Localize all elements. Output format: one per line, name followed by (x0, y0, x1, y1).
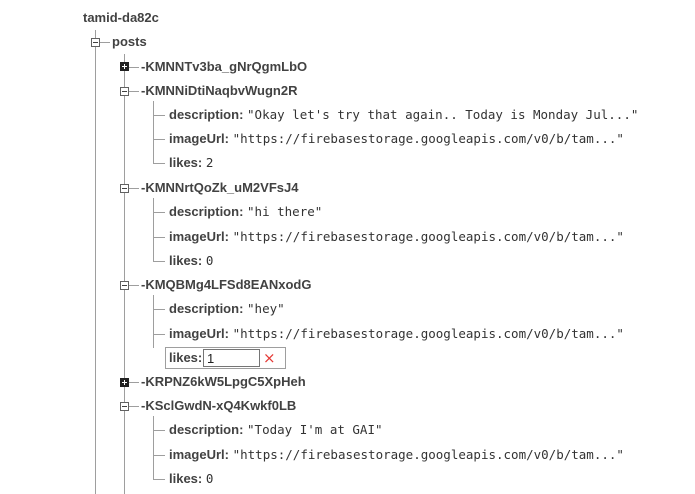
tree-line (153, 212, 165, 213)
tree-line (153, 334, 165, 335)
post-2-key[interactable]: -KMNNrtQoZk_uM2VFsJ4 (141, 179, 298, 197)
imageurl-value[interactable]: "https://firebasestorage.googleapis.com/… (233, 326, 624, 341)
description-label: description: (169, 107, 244, 122)
likes-label: likes: (169, 350, 203, 365)
tree-line (124, 54, 125, 494)
tree-line (153, 115, 165, 116)
post-5-likes[interactable]: likes: 0 (169, 470, 213, 488)
tree-line (153, 198, 154, 261)
likes-label: likes: (169, 471, 203, 486)
description-label: description: (169, 301, 244, 316)
post-0-key[interactable]: -KMNNTv3ba_gNrQgmLbO (141, 58, 307, 76)
likes-label: likes: (169, 155, 203, 170)
description-label: description: (169, 204, 244, 219)
imageurl-label: imageUrl: (169, 229, 229, 244)
post-2-imageurl[interactable]: imageUrl: "https://firebasestorage.googl… (169, 228, 624, 246)
tree-line (129, 382, 139, 383)
posts-node-key[interactable]: posts (112, 33, 147, 51)
tree-line (153, 139, 165, 140)
post-1-collapse-icon[interactable] (120, 87, 129, 96)
post-2-description[interactable]: description: "hi there" (169, 203, 322, 221)
description-value[interactable]: "hey" (247, 301, 285, 316)
post-0-expand-icon[interactable] (120, 62, 129, 71)
post-3-key[interactable]: -KMQBMg4LFSd8EANxodG (141, 276, 311, 294)
root-node-key[interactable]: tamid-da82c (83, 9, 159, 27)
imageurl-value[interactable]: "https://firebasestorage.googleapis.com/… (233, 229, 624, 244)
posts-toggle-icon[interactable] (91, 38, 100, 47)
post-5-description[interactable]: description: "Today I'm at GAI" (169, 421, 383, 439)
tree-line (153, 163, 165, 164)
likes-value-input[interactable] (203, 349, 260, 367)
imageurl-label: imageUrl: (169, 447, 229, 462)
tree-line (153, 261, 165, 262)
imageurl-label: imageUrl: (169, 326, 229, 341)
post-3-likes-label: likes: (169, 349, 202, 367)
post-5-key[interactable]: -KSclGwdN-xQ4Kwkf0LB (141, 397, 296, 415)
likes-label: likes: (169, 253, 203, 268)
description-value[interactable]: "hi there" (247, 204, 322, 219)
imageurl-label: imageUrl: (169, 131, 229, 146)
tree-line (153, 237, 165, 238)
post-4-expand-icon[interactable] (120, 378, 129, 387)
tree-line (129, 406, 139, 407)
post-4-key[interactable]: -KRPNZ6kW5LpgC5XpHeh (141, 373, 306, 391)
imageurl-value[interactable]: "https://firebasestorage.googleapis.com/… (233, 447, 624, 462)
post-3-imageurl[interactable]: imageUrl: "https://firebasestorage.googl… (169, 325, 624, 343)
post-1-likes[interactable]: likes: 2 (169, 154, 213, 172)
likes-value[interactable]: 0 (206, 471, 214, 486)
description-value[interactable]: "Okay let's try that again.. Today is Mo… (247, 107, 638, 122)
description-value[interactable]: "Today I'm at GAI" (247, 422, 382, 437)
post-1-description[interactable]: description: "Okay let's try that again.… (169, 106, 638, 124)
post-5-collapse-icon[interactable] (120, 402, 129, 411)
post-3-collapse-icon[interactable] (120, 281, 129, 290)
post-1-imageurl[interactable]: imageUrl: "https://firebasestorage.googl… (169, 130, 624, 148)
tree-line (129, 285, 139, 286)
tree-line (100, 42, 110, 43)
tree-line (153, 479, 165, 480)
post-1-key[interactable]: -KMNNiDtiNaqbvWugn2R (141, 82, 297, 100)
tree-line (95, 30, 96, 494)
tree-line (153, 416, 154, 479)
tree-line (153, 309, 165, 310)
tree-line (153, 295, 154, 348)
tree-line (129, 188, 139, 189)
likes-value[interactable]: 0 (206, 253, 214, 268)
likes-value[interactable]: 2 (206, 155, 214, 170)
description-label: description: (169, 422, 244, 437)
post-2-likes[interactable]: likes: 0 (169, 252, 213, 270)
tree-line (129, 67, 139, 68)
post-2-collapse-icon[interactable] (120, 184, 129, 193)
imageurl-value[interactable]: "https://firebasestorage.googleapis.com/… (233, 131, 624, 146)
cancel-edit-icon[interactable]: × (263, 350, 276, 366)
tree-line (153, 430, 165, 431)
post-3-description[interactable]: description: "hey" (169, 300, 285, 318)
tree-line (153, 101, 154, 164)
post-5-imageurl[interactable]: imageUrl: "https://firebasestorage.googl… (169, 446, 624, 464)
tree-line (153, 455, 165, 456)
tree-line (129, 91, 139, 92)
